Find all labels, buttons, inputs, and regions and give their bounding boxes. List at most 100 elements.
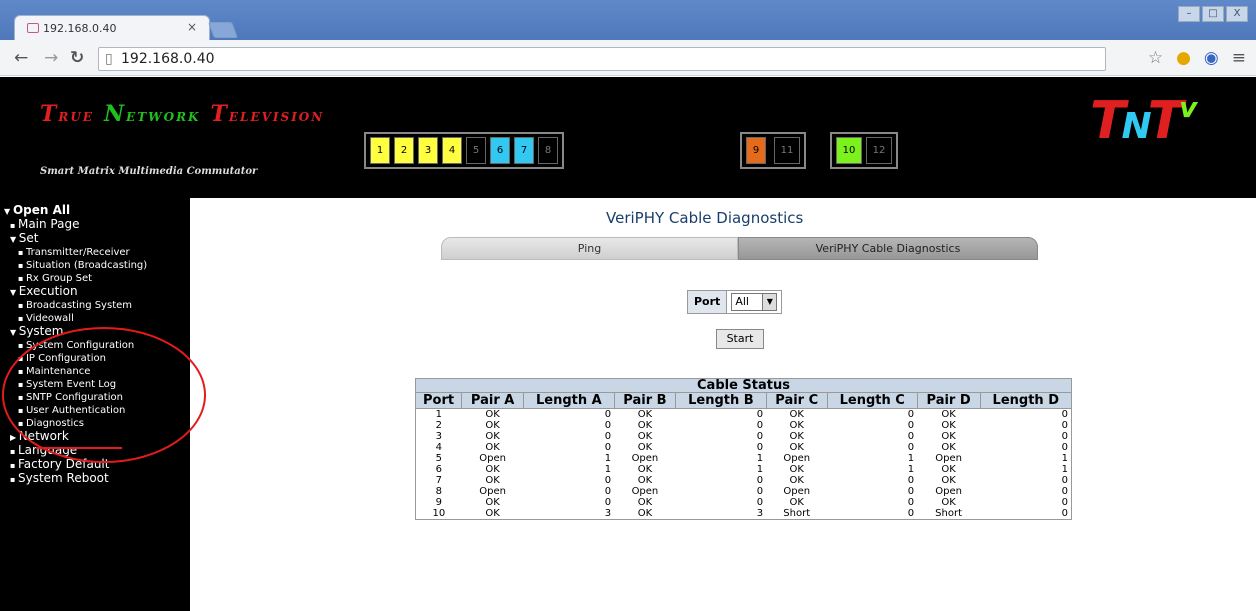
reload-icon[interactable]: ↻ — [70, 48, 84, 68]
port-dropdown[interactable]: All ▼ — [731, 293, 778, 311]
table-cell: OK — [637, 464, 653, 475]
address-bar[interactable]: ▯ 192.168.0.40 — [98, 47, 1106, 71]
window-controls: – □ X — [1178, 6, 1248, 22]
new-tab-button[interactable] — [208, 22, 238, 38]
table-cell: 4 — [435, 442, 443, 453]
sidebar-item-label: Videowall — [25, 313, 74, 324]
url-text: 192.168.0.40 — [121, 51, 215, 67]
header-banner: TRUE NETWORK TELEVISION Smart Matrix Multi… — [0, 77, 1256, 198]
sidebar-item[interactable]: ▪ Maintenance — [0, 365, 190, 378]
column-header: Pair A — [461, 392, 525, 409]
sidebar-item[interactable]: ▼ Set — [0, 232, 190, 246]
extension-icon[interactable]: ● — [1176, 48, 1191, 68]
table-cell: Open — [935, 453, 962, 464]
sidebar-item[interactable]: ▼ Execution — [0, 285, 190, 299]
port-indicator[interactable]: 10 — [836, 137, 862, 164]
bullet-icon: ▪ — [18, 367, 26, 376]
sidebar-item-label: System Event Log — [25, 379, 117, 390]
table-cell: OK — [637, 431, 653, 442]
sidebar-item[interactable]: ▪ Main Page — [0, 218, 190, 232]
table-cell: 0 — [1061, 475, 1068, 486]
table-caption: Cable Status — [415, 378, 1072, 393]
forward-arrow-icon[interactable]: → — [44, 48, 58, 68]
port-indicator[interactable]: 12 — [866, 137, 892, 164]
table-cell: OK — [941, 409, 956, 420]
sidebar-item[interactable]: ▶ Network — [0, 430, 190, 444]
port-group-3: 10 12 — [830, 132, 898, 169]
port-indicator[interactable]: 1 — [370, 137, 390, 164]
sidebar-item[interactable]: ▪ Situation (Broadcasting) — [0, 259, 190, 272]
table-cell: 0 — [756, 420, 764, 431]
table-cell: OK — [941, 420, 956, 431]
close-icon[interactable]: × — [187, 20, 197, 34]
table-row: 3 OK 0 OK 0 OK 0 OK 0 — [416, 431, 1072, 442]
table-cell: Open — [479, 486, 506, 497]
table-cell: 0 — [604, 486, 612, 497]
port-indicator[interactable]: 8 — [538, 137, 558, 164]
browser-tab[interactable]: 192.168.0.40 × — [14, 15, 210, 40]
sidebar-item[interactable]: ▪ System Reboot — [0, 472, 190, 486]
table-row: 1 OK 0 OK 0 OK 0 OK 0 — [416, 409, 1072, 421]
bullet-icon: ▪ — [10, 221, 18, 230]
table-cell: 1 — [907, 464, 915, 475]
triangle-right-icon: ▶ — [10, 433, 19, 442]
logo-letter: T — [1090, 91, 1126, 151]
bullet-icon: ▪ — [18, 314, 26, 323]
port-indicator[interactable]: 7 — [514, 137, 534, 164]
main-content: VeriPHY Cable Diagnostics Ping VeriPHY C… — [190, 198, 1256, 611]
column-header: Pair D — [916, 392, 981, 409]
start-button[interactable]: Start — [716, 329, 764, 349]
logo-rest: RUE — [58, 110, 94, 124]
star-icon[interactable]: ☆ — [1148, 48, 1163, 68]
port-selector: Port All ▼ — [687, 290, 783, 314]
table-cell: OK — [941, 442, 956, 453]
table-cell: OK — [941, 475, 956, 486]
maximize-button[interactable]: □ — [1202, 6, 1224, 22]
brand-logo: TRUE NETWORK TELEVISION — [40, 101, 334, 127]
sidebar-item[interactable]: ▪ Factory Default — [0, 458, 190, 472]
triangle-down-icon: ▼ — [10, 235, 19, 244]
port-indicator[interactable]: 5 — [466, 137, 486, 164]
table-cell: 0 — [604, 409, 612, 420]
sidebar-item[interactable]: ▪ Broadcasting System — [0, 299, 190, 312]
sidebar-item[interactable]: ▪ IP Configuration — [0, 352, 190, 365]
table-cell: 0 — [907, 486, 915, 497]
table-cell: 3 — [435, 431, 443, 442]
port-indicator[interactable]: 2 — [394, 137, 414, 164]
table-cell: Open — [783, 486, 811, 497]
menu-icon[interactable]: ≡ — [1232, 48, 1246, 68]
triangle-down-icon: ▼ — [4, 207, 13, 216]
minimize-button[interactable]: – — [1178, 6, 1200, 22]
table-cell: 0 — [756, 486, 764, 497]
sidebar-item-label: Main Page — [17, 217, 80, 231]
sidebar-item[interactable]: ▪ System Event Log — [0, 378, 190, 391]
tab-ping[interactable]: Ping — [441, 237, 738, 260]
table-cell: 0 — [907, 475, 915, 486]
port-indicator[interactable]: 11 — [774, 137, 800, 164]
page-icon: ▯ — [105, 51, 113, 67]
browser-toolbar: ← → ↻ ▯ 192.168.0.40 ☆ ● ◉ ≡ — [0, 40, 1256, 76]
sidebar-item[interactable]: ▪ System Configuration — [0, 339, 190, 352]
sidebar-item[interactable]: ▪ User Authentication — [0, 404, 190, 417]
tab-veriphy[interactable]: VeriPHY Cable Diagnostics — [738, 237, 1038, 260]
sidebar-item[interactable]: ▼ System — [0, 325, 190, 339]
sidebar-item-label: Maintenance — [25, 366, 91, 377]
port-indicator[interactable]: 9 — [746, 137, 766, 164]
port-indicator[interactable]: 4 — [442, 137, 462, 164]
sidebar-item-label: Broadcasting System — [25, 300, 133, 311]
sidebar-item[interactable]: ▪ Transmitter/Receiver — [0, 246, 190, 259]
close-window-button[interactable]: X — [1226, 6, 1248, 22]
bullet-icon: ▪ — [10, 461, 18, 470]
sidebar-item[interactable]: ▼ Open All — [0, 204, 190, 218]
table-cell: OK — [485, 442, 500, 453]
port-indicator[interactable]: 3 — [418, 137, 438, 164]
back-arrow-icon[interactable]: ← — [14, 48, 28, 68]
globe-icon[interactable]: ◉ — [1204, 48, 1219, 68]
port-indicator[interactable]: 6 — [490, 137, 510, 164]
table-cell: 1 — [604, 464, 612, 475]
table-cell: 0 — [756, 442, 764, 453]
logo-rest: ETWORK — [126, 110, 201, 124]
table-cell: 8 — [435, 486, 443, 497]
bullet-icon: ▪ — [18, 274, 26, 283]
sidebar-item[interactable]: ▪ SNTP Configuration — [0, 391, 190, 404]
